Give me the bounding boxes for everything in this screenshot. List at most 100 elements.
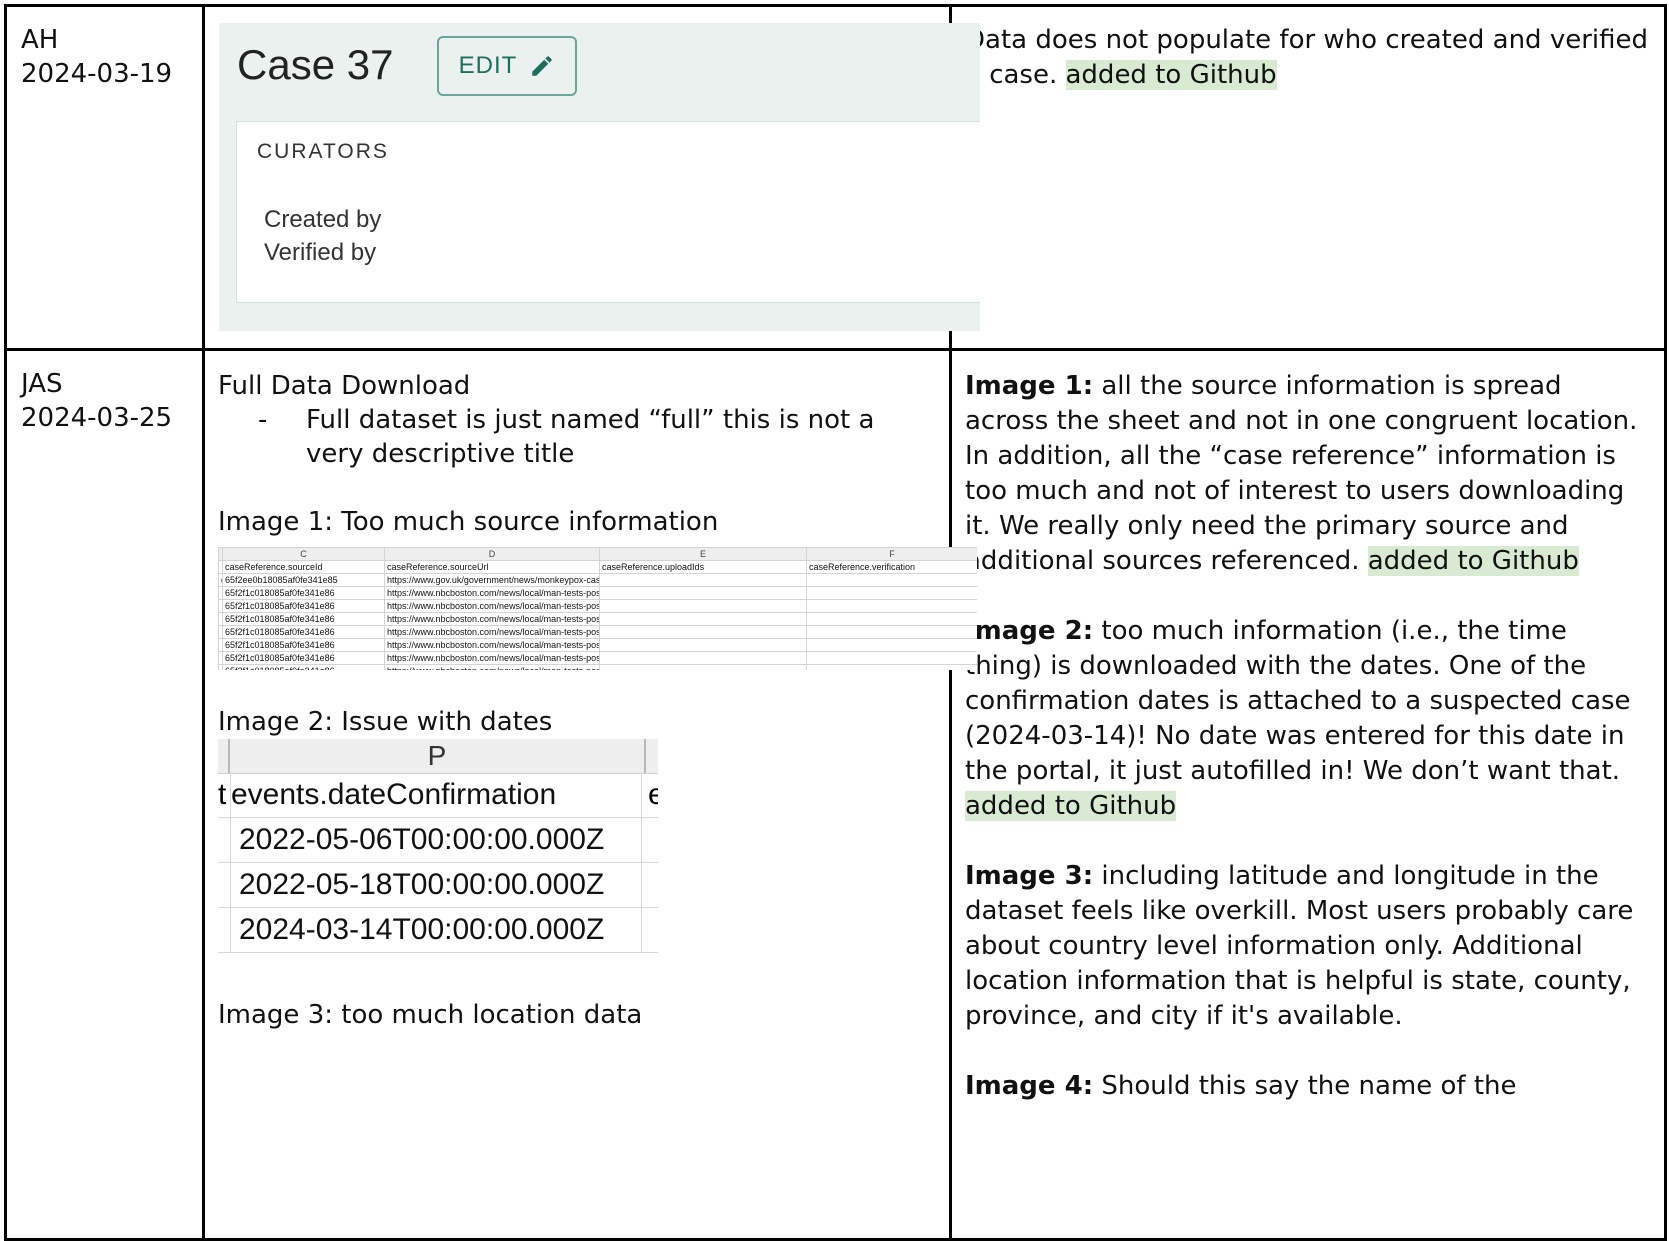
- sheet-cell: [806, 573, 977, 587]
- sheet-row: 65f2f1c018085af0fe341e86https://www.nbcb…: [218, 612, 977, 626]
- sheet-cell: [599, 638, 807, 652]
- sheet-cell: [599, 664, 807, 670]
- author-cell: JAS 2024-03-25: [4, 348, 205, 1241]
- date-cell: 2022-05-18T00:00:00.000Z: [230, 863, 642, 907]
- sheet-cell: [599, 599, 807, 613]
- curators-title: CURATORS: [257, 140, 389, 163]
- notes-table: AH 2024-03-19 Case 37 EDIT CURATORS Crea…: [4, 4, 1667, 1241]
- github-highlight: added to Github: [1367, 546, 1579, 576]
- image1-spreadsheet: C D E FcaseReference.sourceId caseReference.…: [218, 547, 977, 670]
- note-paragraph: Image 1: all the source information is s…: [965, 369, 1652, 579]
- sheet-cell: e: [648, 778, 658, 811]
- sheet-cell: t: [218, 778, 227, 811]
- curators-card: CURATORS Created by Verified by: [236, 121, 980, 303]
- date-cell: 2022-05-06T00:00:00.000Z: [230, 818, 642, 862]
- note-text: Should this say the name of the: [1093, 1071, 1517, 1101]
- sheet-cell: https://www.nbcboston.com/news/local/man…: [384, 599, 600, 613]
- sheet-cell: [599, 612, 807, 626]
- sheet-cell: [806, 612, 977, 626]
- sheet-cell: https://www.nbcboston.com/news/local/man…: [384, 638, 600, 652]
- sheet-cell: 65f2f1c018085af0fe341e86: [222, 586, 385, 600]
- pencil-icon: [532, 56, 553, 76]
- sheet-cell: [806, 638, 977, 652]
- sheet-cell: https://www.nbcboston.com/news/local/man…: [384, 664, 600, 670]
- github-highlight: added to Github: [965, 791, 1177, 821]
- column-letter: P: [228, 739, 646, 773]
- column-letter-row: CDEF: [218, 547, 977, 561]
- image3-caption: Image 3: too much location data: [218, 1000, 643, 1030]
- sheet-cell: caseReference.sourceUrl: [384, 560, 600, 574]
- table-row: JAS 2024-03-25 Full Data Download - Full…: [4, 348, 1667, 1241]
- author-cell: AH 2024-03-19: [4, 4, 205, 351]
- sheet-cell: caseReference.sourceId: [222, 560, 385, 574]
- note-label: Image 2:: [965, 616, 1094, 646]
- sheet-cell: E: [599, 547, 807, 561]
- sheet-row: 65f2f1c018085af0fe341e86https://www.nbcb…: [218, 599, 977, 613]
- bullet-item: - Full dataset is just named “full” this…: [258, 403, 935, 471]
- sheet-cell: 65f2f1c018085af0fe341e86: [222, 664, 385, 670]
- sheet-cell: F: [806, 547, 977, 561]
- sheet-cell: 65f2f1c018085af0fe341e86: [222, 625, 385, 639]
- sheet-cell: [599, 625, 807, 639]
- sheet-cell: [806, 586, 977, 600]
- sheet-row: 65f2f1c018085af0fe341e86https://www.nbcb…: [218, 638, 977, 652]
- sheet-row: e65f2ee0b18085af0fe341e85https://www.gov…: [218, 573, 977, 587]
- column-header-bar: P: [218, 739, 658, 774]
- sheet-cell: [806, 599, 977, 613]
- edit-button-label: EDIT: [458, 52, 518, 79]
- screenshot-cell: Case 37 EDIT CURATORS Created by Verifie…: [202, 4, 980, 351]
- sheet-row: 65f2f1c018085af0fe341e86https://www.nbcb…: [218, 651, 977, 665]
- sheet-cell: [806, 651, 977, 665]
- sheet-cell: 65f2f1c018085af0fe341e86: [222, 651, 385, 665]
- sheet-cell: [806, 625, 977, 639]
- sheet-row: 65f2f1c018085af0fe341e86https://www.nbcb…: [218, 625, 977, 639]
- sheet-header-row: caseReference.sourceId caseReference.sour…: [218, 560, 977, 574]
- case-panel-screenshot: Case 37 EDIT CURATORS Created by Verifie…: [219, 23, 980, 331]
- section-heading: Full Data Download: [218, 371, 471, 401]
- sheet-cell: [599, 573, 807, 587]
- sheet-cell: e: [218, 573, 223, 587]
- feedback-cell: Full Data Download - Full dataset is jus…: [202, 348, 977, 1241]
- sheet-cell: C: [222, 547, 385, 561]
- note-paragraph: Image 4: Should this say the name of the: [965, 1069, 1652, 1104]
- bullet-dash: -: [258, 405, 268, 435]
- sheet-cell: https://www.nbcboston.com/news/local/man…: [384, 651, 600, 665]
- author-initials: JAS: [21, 369, 63, 399]
- created-by-label: Created by: [264, 206, 382, 233]
- sheet-cell: 65f2f1c018085af0fe341e86: [222, 612, 385, 626]
- image2-spreadsheet: P t events.dateConfirmation e 2022-05-06…: [218, 739, 658, 961]
- sheet-row: 65f2f1c018085af0fe341e86https://www.nbcb…: [218, 586, 977, 600]
- sheet-cell: [806, 664, 977, 670]
- sheet-cell: 65f2f1c018085af0fe341e86: [222, 599, 385, 613]
- sheet-row: 65f2f1c018085af0fe341e86https://www.nbcb…: [218, 664, 977, 670]
- sheet-row: 2022-05-18T00:00:00.000Z: [218, 863, 658, 908]
- sheet-cell: 65f2f1c018085af0fe341e86: [222, 638, 385, 652]
- sheet-cell: https://www.nbcboston.com/news/local/man…: [384, 612, 600, 626]
- table-row: AH 2024-03-19 Case 37 EDIT CURATORS Crea…: [4, 4, 1667, 351]
- sheet-header-row: t events.dateConfirmation e: [218, 773, 658, 818]
- author-initials: AH: [21, 25, 59, 55]
- sheet-header-cell: events.dateConfirmation: [230, 773, 642, 817]
- notes-cell: Image 1: all the source information is s…: [949, 348, 1667, 1241]
- note-label: Image 4:: [965, 1071, 1094, 1101]
- image1-caption: Image 1: Too much source information: [218, 507, 719, 537]
- sheet-cell: https://www.nbcboston.com/news/local/man…: [384, 586, 600, 600]
- sheet-cell: https://www.gov.uk/government/news/monke…: [384, 573, 600, 587]
- case-title: Case 37: [237, 41, 394, 88]
- verified-by-label: Verified by: [264, 239, 377, 266]
- note-paragraph: Image 2: too much information (i.e., the…: [965, 614, 1652, 824]
- note-paragraph: Image 3: including latitude and longitud…: [965, 859, 1652, 1034]
- note-label: Image 3:: [965, 861, 1094, 891]
- sheet-cell: D: [384, 547, 600, 561]
- sheet-cell: caseReference.uploadIds: [599, 560, 807, 574]
- note-label: Image 1:: [965, 371, 1094, 401]
- image2-caption: Image 2: Issue with dates: [218, 707, 553, 737]
- sheet-row: 2022-05-06T00:00:00.000Z: [218, 818, 658, 863]
- sheet-cell: caseReference.verification: [806, 560, 977, 574]
- bullet-text: Full dataset is just named “full” this i…: [306, 405, 875, 469]
- author-date: 2024-03-25: [21, 403, 173, 433]
- notes-cell: Data does not populate for who created a…: [949, 4, 1667, 351]
- author-date: 2024-03-19: [21, 59, 173, 89]
- sheet-cell: [599, 586, 807, 600]
- edit-button[interactable]: EDIT: [437, 36, 577, 96]
